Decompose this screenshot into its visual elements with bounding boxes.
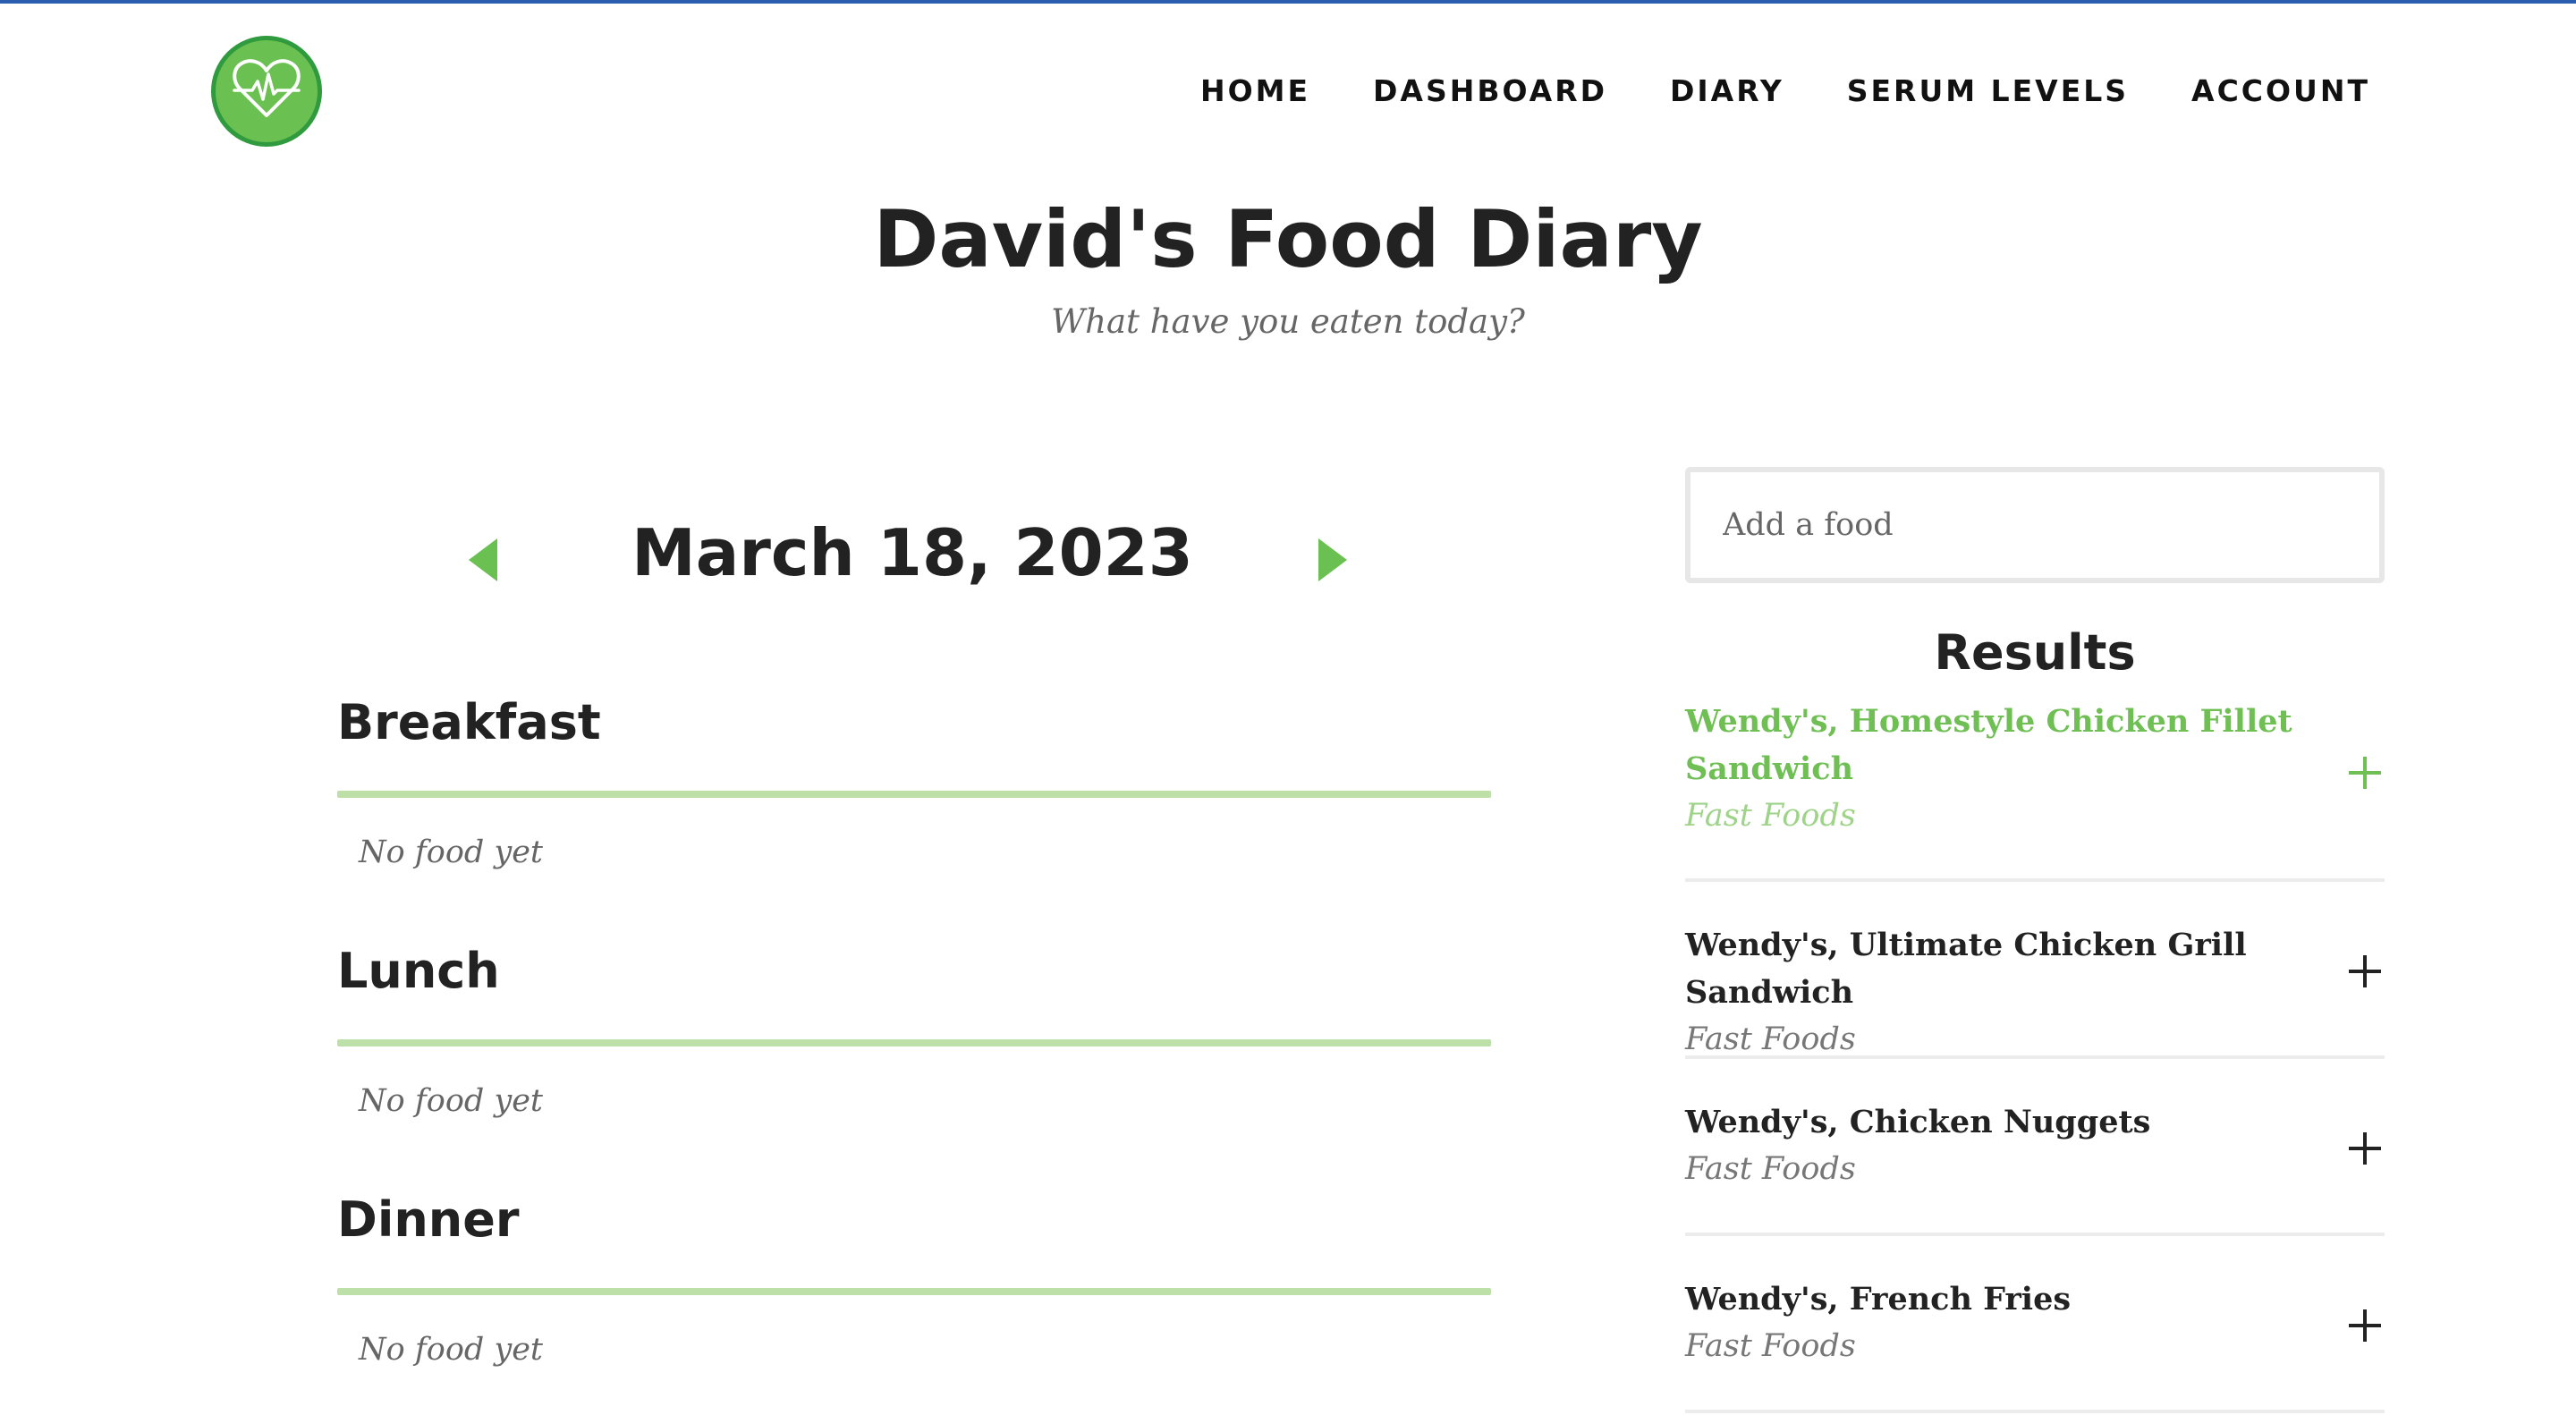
- heart-pulse-icon: [231, 58, 302, 125]
- current-date: March 18, 2023: [631, 515, 1193, 590]
- meal-lunch: Lunch No food yet: [337, 936, 1491, 1123]
- results-heading: Results: [1934, 624, 2136, 681]
- next-day-button[interactable]: [1315, 535, 1351, 585]
- add-food-search-input[interactable]: [1685, 467, 2385, 583]
- plus-icon: [2345, 952, 2385, 991]
- plus-icon: [2345, 1306, 2385, 1345]
- result-food-category: Fast Foods: [1685, 1328, 1856, 1364]
- meal-dinner: Dinner No food yet: [337, 1184, 1491, 1372]
- meal-divider: [337, 791, 1491, 798]
- result-food-name: Wendy's, French Fries: [1685, 1281, 2072, 1318]
- add-food-button[interactable]: [2345, 1306, 2385, 1345]
- meal-title: Breakfast: [337, 694, 601, 750]
- page-subtitle: What have you eaten today?: [1051, 302, 1525, 341]
- page-title: David's Food Diary: [873, 193, 1703, 285]
- meal-divider: [337, 1039, 1491, 1046]
- nav-item-account[interactable]: ACCOUNT: [2191, 70, 2370, 113]
- result-food-name: Wendy's, Homestyle Chicken Fillet Sandwi…: [1685, 703, 2292, 787]
- result-food-category: Fast Foods: [1685, 1151, 1856, 1187]
- meal-empty-message: No food yet: [359, 1332, 544, 1368]
- add-food-button[interactable]: [2345, 753, 2385, 792]
- nav-item-dashboard[interactable]: DASHBOARD: [1373, 70, 1607, 113]
- result-food-category: Fast Foods: [1685, 798, 1856, 834]
- add-food-button[interactable]: [2345, 952, 2385, 991]
- nav-item-diary[interactable]: DIARY: [1670, 70, 1784, 113]
- logo[interactable]: [211, 36, 322, 147]
- meal-empty-message: No food yet: [359, 1083, 544, 1119]
- meal-title: Lunch: [337, 943, 500, 999]
- triangle-right-icon: [1315, 535, 1351, 585]
- meal-empty-message: No food yet: [359, 835, 544, 870]
- meal-breakfast: Breakfast No food yet: [337, 687, 1491, 875]
- search-result-item[interactable]: Wendy's, Homestyle Chicken Fillet Sandwi…: [1685, 698, 2385, 882]
- add-food-button[interactable]: [2345, 1129, 2385, 1168]
- date-navigator: March 18, 2023: [465, 508, 1360, 597]
- meal-divider: [337, 1288, 1491, 1295]
- plus-icon: [2345, 1129, 2385, 1168]
- search-result-item[interactable]: Wendy's, French Fries Fast Foods: [1685, 1275, 2385, 1413]
- meal-title: Dinner: [337, 1191, 520, 1248]
- result-food-name: Wendy's, Ultimate Chicken Grill Sandwich: [1685, 927, 2247, 1011]
- main-nav: HOME DASHBOARD DIARY SERUM LEVELS ACCOUN…: [1200, 70, 2370, 113]
- search-result-item[interactable]: Wendy's, Chicken Nuggets Fast Foods: [1685, 1098, 2385, 1236]
- plus-icon: [2345, 753, 2385, 792]
- top-accent-strip: [0, 0, 2576, 4]
- result-food-category: Fast Foods: [1685, 1021, 1856, 1057]
- nav-item-serum-levels[interactable]: SERUM LEVELS: [1847, 70, 2129, 113]
- nav-item-home[interactable]: HOME: [1200, 70, 1310, 113]
- result-food-name: Wendy's, Chicken Nuggets: [1685, 1104, 2151, 1140]
- search-result-item[interactable]: Wendy's, Ultimate Chicken Grill Sandwich…: [1685, 921, 2385, 1059]
